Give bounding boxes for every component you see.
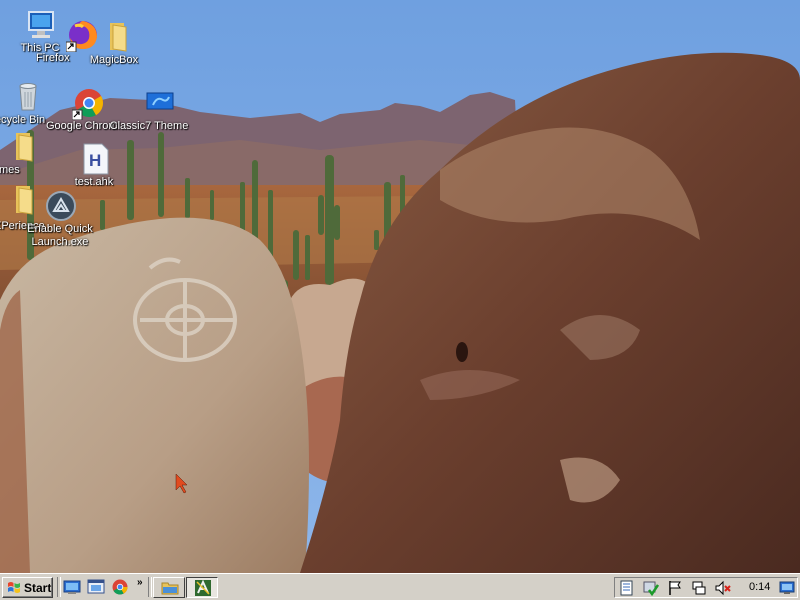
ahk-script-icon: H: [83, 143, 109, 175]
system-tray: 0:14: [614, 577, 798, 598]
folder-icon: [161, 582, 179, 595]
folder-icon: [110, 23, 127, 52]
desktop[interactable]: This PC Firefox MagicBox Recycle Bin: [0, 0, 800, 573]
chrome-icon: [72, 89, 103, 120]
svg-text:H: H: [89, 151, 101, 170]
folder-icon: [16, 133, 33, 162]
ie-window-icon[interactable]: [87, 578, 105, 596]
show-desktop-icon[interactable]: [63, 578, 81, 596]
recycle-bin-icon: [19, 83, 37, 111]
icon-label: MagicBox: [89, 54, 139, 66]
explorer-folder-task[interactable]: [153, 577, 185, 598]
taskbar: Start » 0:14: [0, 573, 800, 600]
icon-label: Google Chrome: [46, 120, 118, 132]
windows-flag-icon: [8, 582, 20, 593]
quick-launch-exe-icon: [46, 191, 76, 221]
taskbar-separator: [57, 577, 61, 597]
clock[interactable]: 0:14: [749, 581, 770, 593]
flag-icon[interactable]: [667, 580, 683, 596]
theme-icon: [146, 92, 174, 110]
computer-icon: [28, 11, 54, 38]
chrome-icon[interactable]: [111, 578, 129, 596]
notepad-tray-icon[interactable]: [619, 580, 635, 596]
autohotkey-icon: [195, 579, 211, 596]
icon-label: test.ahk: [74, 176, 114, 188]
start-button[interactable]: Start: [2, 577, 53, 598]
network-icon[interactable]: [691, 580, 707, 596]
volume-muted-icon[interactable]: [715, 580, 731, 596]
folder-icon: [16, 186, 33, 215]
start-label: Start: [24, 581, 52, 595]
security-check-icon[interactable]: [643, 580, 659, 596]
icon-label: Enable Quick Launch.exe: [27, 223, 93, 248]
icon-label: Classic7 Theme: [109, 120, 189, 132]
taskbar-separator: [148, 577, 152, 597]
desert-petroglyph-wallpaper: [0, 0, 800, 573]
display-icon[interactable]: [779, 580, 795, 596]
quick-launch-overflow-chevron[interactable]: »: [137, 577, 143, 588]
autohotkey-window-task[interactable]: [186, 577, 218, 598]
firefox-icon: [66, 21, 97, 52]
